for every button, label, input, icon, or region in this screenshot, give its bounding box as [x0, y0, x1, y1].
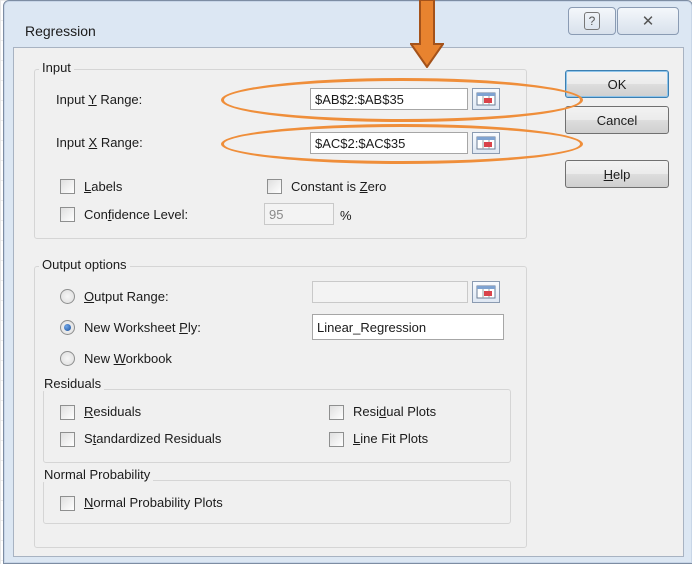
- line-fit-plots-checkbox[interactable]: [329, 432, 344, 447]
- regression-dialog: Regression ? ✕ Input Input Y Range: $AB$…: [3, 0, 692, 564]
- constant-zero-checkbox[interactable]: [267, 179, 282, 194]
- normal-probability-plots-checkbox[interactable]: [60, 496, 75, 511]
- standardized-residuals-checkbox[interactable]: [60, 432, 75, 447]
- new-worksheet-label: New Worksheet Ply:: [84, 320, 201, 335]
- labels-checkbox[interactable]: [60, 179, 75, 194]
- residual-plots-label: Residual Plots: [353, 404, 437, 419]
- down-arrow-annotation: [410, 0, 444, 68]
- output-range-field[interactable]: [312, 281, 468, 303]
- confidence-level-label: Confidence Level:: [84, 207, 189, 222]
- normal-probability-label: Normal Probability: [41, 467, 154, 482]
- input-x-range-label: Input X Range:: [56, 135, 143, 150]
- residuals-label: Residuals: [84, 404, 142, 419]
- title-bar: Regression ? ✕: [4, 1, 692, 47]
- range-select-icon: [476, 285, 496, 299]
- close-icon: ✕: [641, 13, 655, 30]
- ok-button[interactable]: OK: [565, 70, 669, 98]
- line-fit-plots-label: Line Fit Plots: [353, 431, 429, 446]
- residuals-checkbox[interactable]: [60, 405, 75, 420]
- residual-plots-checkbox[interactable]: [329, 405, 344, 420]
- help-button[interactable]: Help: [565, 160, 669, 188]
- new-workbook-label: New Workbook: [84, 351, 172, 366]
- question-icon: ?: [584, 12, 600, 30]
- close-button[interactable]: ✕: [617, 7, 679, 35]
- residuals-group-label: Residuals: [41, 376, 105, 391]
- help-title-button[interactable]: ?: [568, 7, 616, 35]
- standardized-residuals-label: Standardized Residuals: [84, 431, 222, 446]
- labels-label: Labels: [84, 179, 123, 194]
- output-range-ref-button[interactable]: [472, 281, 500, 303]
- dialog-body: Input Input Y Range: $AB$2:$AB$35 Input …: [13, 47, 684, 557]
- new-worksheet-name-field[interactable]: Linear_Regression: [312, 314, 504, 340]
- output-options-label: Output options: [39, 257, 130, 272]
- confidence-level-checkbox[interactable]: [60, 207, 75, 222]
- constant-zero-label: Constant is Zero: [291, 179, 387, 194]
- dialog-title: Regression: [25, 23, 96, 39]
- normal-probability-plots-label: Normal Probability Plots: [84, 495, 223, 510]
- new-workbook-radio[interactable]: [60, 351, 75, 366]
- input-y-range-label: Input Y Range:: [56, 92, 143, 107]
- percent-label: %: [340, 208, 352, 223]
- cancel-button[interactable]: Cancel: [565, 106, 669, 134]
- new-worksheet-radio[interactable]: [60, 320, 75, 335]
- confidence-level-field[interactable]: 95: [264, 203, 334, 225]
- output-range-radio[interactable]: [60, 289, 75, 304]
- x-range-highlight-ellipse: [221, 124, 583, 164]
- residuals-group: [43, 389, 511, 463]
- input-group-label: Input: [39, 60, 74, 75]
- output-range-label: Output Range:: [84, 289, 169, 304]
- y-range-highlight-ellipse: [221, 78, 583, 122]
